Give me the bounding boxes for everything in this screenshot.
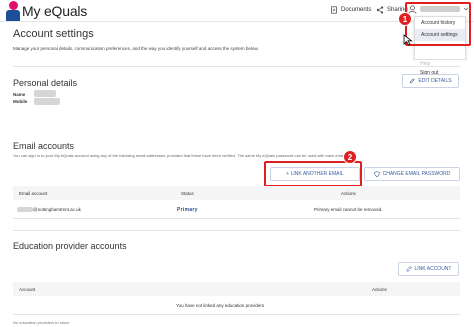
divider [13, 230, 460, 231]
mobile-value-redacted [34, 98, 60, 105]
mobile-label: Mobile [13, 99, 28, 104]
callout-badge-2: 2 [343, 150, 357, 164]
share-icon [376, 6, 384, 14]
link-account-button[interactable]: LINK ACCOUNT [398, 262, 459, 276]
mouse-cursor-icon [403, 34, 413, 46]
edit-details-label: EDIT DETAILS [418, 78, 452, 84]
documents-link[interactable]: Documents [330, 6, 371, 14]
logo-head-shape [9, 1, 18, 10]
education-provider-heading: Education provider accounts [13, 241, 127, 251]
logo-body-shape [6, 10, 20, 21]
menu-item-help[interactable]: Help [414, 60, 466, 69]
link-icon [405, 266, 412, 272]
name-value-redacted [34, 90, 56, 97]
email-address: @nottinghamtrent.ac.uk [33, 207, 81, 212]
column-actions: Actions [341, 191, 356, 196]
email-table-header: Email account Status Actions [13, 186, 460, 200]
change-email-password-label: CHANGE EMAIL PASSWORD [382, 171, 451, 177]
column-status: Status [181, 191, 194, 196]
email-accounts-heading: Email accounts [13, 141, 75, 151]
callout-highlight-link-email [264, 161, 362, 187]
callout-highlight-account-settings [405, 2, 471, 46]
column-account: Account [19, 287, 36, 292]
shield-icon [373, 171, 380, 177]
email-prefix-redacted [17, 207, 33, 212]
status-badge: Primary [177, 207, 198, 213]
app-title[interactable]: My eQuals [22, 3, 87, 19]
my-equals-logo[interactable] [6, 1, 20, 21]
pencil-icon [410, 78, 415, 84]
page-title: Account settings [13, 28, 94, 40]
divider [13, 66, 460, 67]
document-icon [331, 6, 337, 14]
edit-details-button[interactable]: EDIT DETAILS [402, 74, 459, 88]
page-intro-text: Manage your personal details, communicat… [13, 46, 259, 51]
column-email-account: Email account [19, 191, 48, 196]
name-label: Name [13, 92, 26, 97]
education-table-header: Account Actions [13, 282, 460, 296]
row-action-text: Primary email cannot be removed. [314, 207, 383, 212]
link-account-label: LINK ACCOUNT [414, 266, 452, 272]
education-footer-note: No education providers to show [13, 320, 70, 325]
column-actions: Actions [372, 287, 387, 292]
documents-label: Documents [341, 7, 372, 13]
divider [13, 314, 460, 315]
personal-details-heading: Personal details [13, 78, 78, 88]
callout-badge-1: 1 [398, 12, 412, 26]
email-accounts-description: You can sign in to your My eQuals accoun… [13, 153, 349, 158]
change-email-password-button[interactable]: CHANGE EMAIL PASSWORD [364, 167, 460, 181]
table-row: @nottinghamtrent.ac.uk Primary Primary e… [13, 201, 460, 219]
empty-table-message: You have not linked any education provid… [176, 303, 265, 308]
